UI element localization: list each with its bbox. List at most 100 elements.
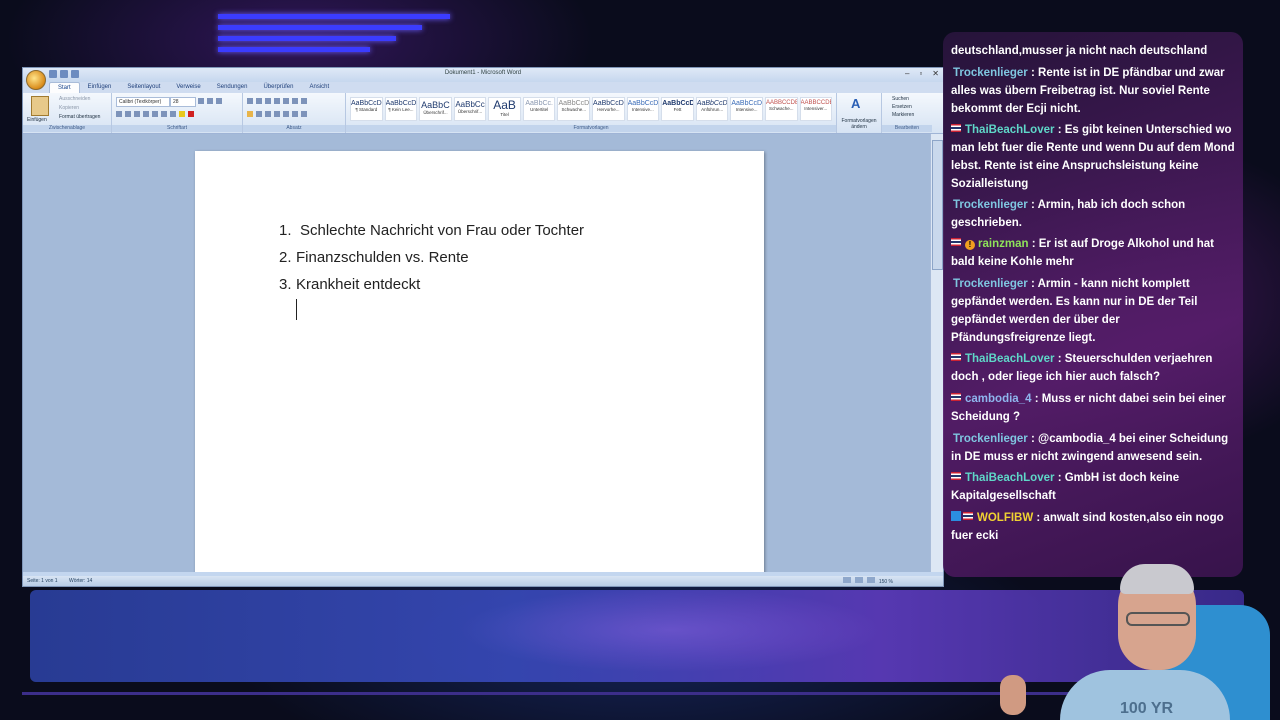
tab-sendungen[interactable]: Sendungen xyxy=(209,82,256,93)
chat-username: Trockenlieger xyxy=(953,199,1028,211)
word-count[interactable]: Wörter: 14 xyxy=(69,578,92,584)
view-web-icon[interactable] xyxy=(866,577,875,583)
style-subtle-reference[interactable]: AABBCCDE Schwache... xyxy=(764,97,798,121)
select-button[interactable]: Markieren xyxy=(892,112,914,118)
line-spacing-icon[interactable] xyxy=(283,111,289,117)
chat-message: ThaiBeachLover : Steuerschulden verjaehr… xyxy=(951,353,1213,383)
italic-icon[interactable] xyxy=(125,111,131,117)
paste-button[interactable]: Einfügen xyxy=(27,117,47,123)
chat-message: WOLFIBW : anwalt sind kosten,also ein no… xyxy=(951,511,1224,542)
editing-group: Suchen Ersetzen Markieren Bearbeiten xyxy=(882,93,932,133)
shading-icon[interactable] xyxy=(292,111,298,117)
chat-message: ThaiBeachLover : GmbH ist doch keine Kap… xyxy=(951,472,1180,502)
show-marks-icon[interactable] xyxy=(301,98,307,104)
style-subtle-emphasis[interactable]: AaBbCcDc Schwache... xyxy=(557,97,591,121)
align-left-icon[interactable] xyxy=(247,111,253,117)
minimize-icon[interactable]: ‒ xyxy=(905,69,909,78)
style-heading-2[interactable]: AaBbCc Überschrif... xyxy=(453,97,487,121)
style-intense-emphasis[interactable]: AaBbCcDc Intensive... xyxy=(626,97,660,121)
numbering-icon[interactable] xyxy=(256,98,262,104)
view-print-layout-icon[interactable] xyxy=(842,577,851,583)
paragraph-group-label: Absatz xyxy=(243,125,345,132)
multilevel-list-icon[interactable] xyxy=(265,98,271,104)
tab-ansicht[interactable]: Ansicht xyxy=(301,82,337,93)
view-fullscreen-icon[interactable] xyxy=(854,577,863,583)
maximize-icon[interactable]: ▫ xyxy=(919,69,922,78)
tab-einfuegen[interactable]: Einfügen xyxy=(80,82,120,93)
decrease-indent-icon[interactable] xyxy=(274,98,280,104)
tab-ueberpruefen[interactable]: Überprüfen xyxy=(255,82,301,93)
styles-group-label: Formatvorlagen xyxy=(346,125,836,132)
clipboard-group: Einfügen Ausschneiden Kopieren Format üb… xyxy=(23,93,112,133)
paste-icon[interactable] xyxy=(31,96,49,116)
grow-font-icon[interactable] xyxy=(198,98,204,104)
style-subtitle[interactable]: AaBbCc. Untertitel xyxy=(522,97,556,121)
style-heading-1[interactable]: AaBbC Überschrif... xyxy=(419,97,452,121)
replace-button[interactable]: Ersetzen xyxy=(892,104,912,110)
format-painter-button[interactable]: Format übertragen xyxy=(59,114,100,120)
page-count[interactable]: Seite: 1 von 1 xyxy=(27,578,58,584)
list-item[interactable]: 3. Krankheit entdeckt xyxy=(279,275,584,302)
style-no-spacing[interactable]: AaBbCcDc ¶ Kein Lee... xyxy=(384,97,418,121)
style-intense-quote[interactable]: AaBbCcDc Intensive... xyxy=(730,97,763,121)
strikethrough-icon[interactable] xyxy=(143,111,149,117)
ribbon: Einfügen Ausschneiden Kopieren Format üb… xyxy=(23,93,943,134)
change-case-icon[interactable] xyxy=(170,111,176,117)
subscript-icon[interactable] xyxy=(152,111,158,117)
chat-message: ! rainzman : Er ist auf Droge Alkohol und… xyxy=(951,238,1215,268)
status-bar: Seite: 1 von 1 Wörter: 14 150 % xyxy=(23,576,943,586)
highlight-icon[interactable] xyxy=(179,111,185,117)
tab-verweise[interactable]: Verweise xyxy=(168,82,208,93)
flag-icon xyxy=(951,124,961,132)
list-item[interactable]: 1. Schlechte Nachricht von Frau oder Toch… xyxy=(279,221,584,248)
scrollbar-thumb[interactable] xyxy=(932,140,943,270)
close-icon[interactable]: ✕ xyxy=(932,69,939,78)
chat-message: cambodia_4 : Muss er nicht dabei sein be… xyxy=(951,393,1226,423)
font-name-select[interactable]: Calibri (Textkörper) xyxy=(116,97,170,107)
copy-button[interactable]: Kopieren xyxy=(59,105,79,111)
zoom-level[interactable]: 150 % xyxy=(879,577,893,587)
font-size-select[interactable]: 28 xyxy=(170,97,196,107)
text-cursor xyxy=(296,299,297,320)
chat-message: Trockenlieger : Armin, hab ich doch scho… xyxy=(951,199,1186,229)
change-styles-button[interactable]: Formatvorlagen ändern xyxy=(839,118,879,130)
tab-start[interactable]: Start xyxy=(49,82,80,93)
style-intense-reference[interactable]: AABBCCDE Intensiver... xyxy=(799,97,833,121)
vertical-scrollbar[interactable] xyxy=(930,134,943,572)
increase-indent-icon[interactable] xyxy=(283,98,289,104)
style-emphasis[interactable]: AaBbCcDc Hervorhe... xyxy=(592,97,625,121)
change-styles-group: A Formatvorlagen ändern xyxy=(837,93,882,133)
underline-icon[interactable] xyxy=(134,111,140,117)
streamer-hair xyxy=(1120,564,1194,594)
streamer-hand xyxy=(1000,675,1026,715)
superscript-icon[interactable] xyxy=(161,111,167,117)
tab-seitenlayout[interactable]: Seitenlayout xyxy=(119,82,168,93)
bullets-icon[interactable] xyxy=(247,98,253,104)
style-standard[interactable]: AaBbCcDc ¶ Standard xyxy=(350,97,383,121)
change-styles-icon[interactable]: A xyxy=(851,96,860,111)
editing-group-label: Bearbeiten xyxy=(882,125,932,132)
borders-icon[interactable] xyxy=(301,111,307,117)
document-page[interactable]: 1. Schlechte Nachricht von Frau oder Toch… xyxy=(195,151,764,572)
align-center-icon[interactable] xyxy=(256,111,262,117)
paragraph-group: Absatz xyxy=(243,93,346,133)
ribbon-tabs: Start Einfügen Seitenlayout Verweise Sen… xyxy=(23,82,943,93)
style-strong[interactable]: AaBbCcDcFett xyxy=(661,97,694,121)
list-item[interactable]: 2. Finanzschulden vs. Rente xyxy=(279,248,584,275)
font-group: Calibri (Textkörper) 28 Schriftart xyxy=(112,93,243,133)
shrink-font-icon[interactable] xyxy=(207,98,213,104)
cut-button[interactable]: Ausschneiden xyxy=(59,96,90,102)
bold-icon[interactable] xyxy=(116,111,122,117)
font-color-icon[interactable] xyxy=(188,111,194,117)
align-right-icon[interactable] xyxy=(265,111,271,117)
clear-format-icon[interactable] xyxy=(216,98,222,104)
sort-icon[interactable] xyxy=(292,98,298,104)
office-button-icon[interactable] xyxy=(26,70,46,90)
chat-message: Trockenlieger : Rente ist in DE pfändbar… xyxy=(951,67,1225,115)
find-button[interactable]: Suchen xyxy=(892,96,909,102)
chat-username: cambodia_4 xyxy=(965,393,1032,405)
justify-icon[interactable] xyxy=(274,111,280,117)
style-quote[interactable]: AaBbCcDc Anführun... xyxy=(695,97,729,121)
style-title[interactable]: AaB Titel xyxy=(488,97,521,121)
chat-username: Trockenlieger xyxy=(953,278,1028,290)
